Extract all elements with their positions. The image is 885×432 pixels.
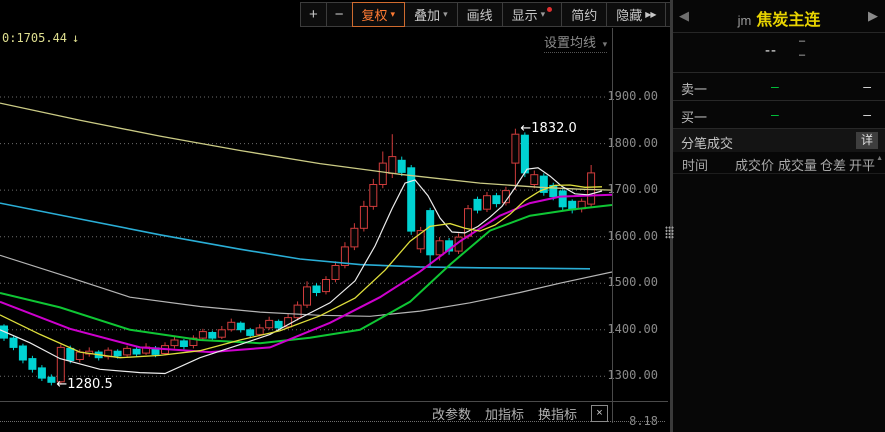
notification-dot: [547, 7, 553, 12]
down-arrow-icon: ↓: [72, 31, 80, 45]
ma-value-label: 0:1705.44 ↓: [2, 31, 80, 45]
bid-volume: –: [863, 106, 871, 122]
chart-right-border: [612, 28, 613, 423]
tick-trade-section: 分笔成交 详: [673, 129, 885, 152]
next-contract-arrow[interactable]: ▶: [868, 8, 878, 24]
col-price: 成交价: [735, 158, 775, 173]
indicator-bar: 改参数 加指标 换指标 ×: [0, 404, 608, 423]
switch-indicator-link[interactable]: 换指标: [538, 404, 577, 423]
tick-list-empty: [673, 174, 885, 415]
splitter-grip-icon[interactable]: [665, 226, 674, 239]
ask-volume: –: [863, 78, 871, 94]
draw-line-button[interactable]: 画线: [456, 2, 503, 27]
quote-panel: ◀ jm 焦炭主连 ▶ -- – – 卖一 – – 买一 – – 分笔成交 详 时…: [673, 0, 885, 432]
panel-splitter[interactable]: [670, 0, 673, 432]
ma-fast-white: [0, 167, 603, 375]
bid-price: –: [771, 106, 779, 122]
tick-trade-title: 分笔成交: [681, 136, 734, 151]
overlay-button[interactable]: 叠加 ▾: [404, 2, 458, 27]
ma-gray: [0, 254, 612, 317]
ask-label: 卖一: [681, 82, 708, 97]
col-open-close: 开平: [849, 158, 876, 173]
add-indicator-link[interactable]: 加指标: [485, 404, 524, 423]
y-axis-tick: 1800.00: [607, 135, 658, 150]
y-axis-tick: 1300.00: [607, 368, 658, 383]
ma-settings-button[interactable]: 设置均线 ▾: [544, 32, 608, 53]
chevron-down-icon: ▾: [443, 9, 448, 19]
bid-row: 买一 – –: [673, 100, 885, 129]
display-button[interactable]: 显示 ▾: [501, 2, 563, 27]
adjust-price-button[interactable]: 复权 ▾: [351, 2, 406, 27]
y-axis-tick: 1900.00: [607, 89, 658, 103]
price-axis: 8.18 1900.00 1800.00 1700.00 1600.00 1500.00…: [607, 0, 660, 432]
chevron-down-icon: ▾: [602, 39, 608, 49]
ma-slow-yellow: [0, 102, 612, 191]
ma-cyan: [0, 202, 591, 270]
change-values: – –: [799, 34, 805, 62]
zoom-out-button[interactable]: −: [325, 2, 353, 27]
detail-button[interactable]: 详: [856, 132, 878, 149]
y-axis-tick: 1700.00: [607, 182, 658, 197]
chart-toolbar: + − 复权 ▾ 叠加 ▾ 画线 显示 ▾ 简约 隐藏 ▶▶: [300, 2, 696, 27]
ask-price: –: [771, 78, 779, 94]
ma-green: [0, 204, 612, 345]
zoom-in-button[interactable]: +: [300, 2, 327, 27]
double-arrow-icon: ▶▶: [645, 10, 656, 19]
contract-name: 焦炭主连: [756, 12, 821, 29]
simple-mode-button[interactable]: 简约: [561, 2, 608, 27]
hide-panel-button[interactable]: 隐藏 ▶▶: [606, 2, 666, 27]
scroll-up-icon[interactable]: ▲: [876, 155, 883, 162]
chevron-down-icon: ▾: [540, 9, 546, 19]
chevron-down-icon: ▾: [390, 9, 396, 19]
last-price-block: -- – –: [673, 33, 885, 72]
y-axis-tick: 1600.00: [607, 228, 658, 243]
col-position-change: 仓差: [820, 158, 847, 173]
close-indicator-button[interactable]: ×: [591, 405, 608, 422]
quote-header: ◀ jm 焦炭主连 ▶: [673, 0, 885, 33]
last-price-value: --: [765, 42, 777, 59]
y-axis-tick: 1400.00: [607, 321, 658, 336]
change-value: –: [799, 35, 806, 47]
y-axis-tick: 1500.00: [607, 275, 658, 290]
bid-label: 买一: [681, 110, 708, 125]
contract-code: jm: [737, 13, 752, 28]
pane-divider[interactable]: [0, 401, 668, 402]
contract-title[interactable]: jm 焦炭主连: [673, 6, 885, 30]
change-percent: –: [799, 49, 806, 61]
ask-row: 卖一 – –: [673, 72, 885, 100]
tick-table-header: 时间 成交价 成交量 仓差 开平 ▲: [673, 152, 885, 174]
col-time: 时间: [682, 158, 709, 173]
change-params-link[interactable]: 改参数: [432, 404, 471, 423]
candlestick-chart[interactable]: [0, 0, 612, 400]
trading-terminal: { "toolbar": { "zoom_in": "+", "zoom_out…: [0, 0, 885, 432]
col-volume: 成交量: [778, 158, 818, 173]
